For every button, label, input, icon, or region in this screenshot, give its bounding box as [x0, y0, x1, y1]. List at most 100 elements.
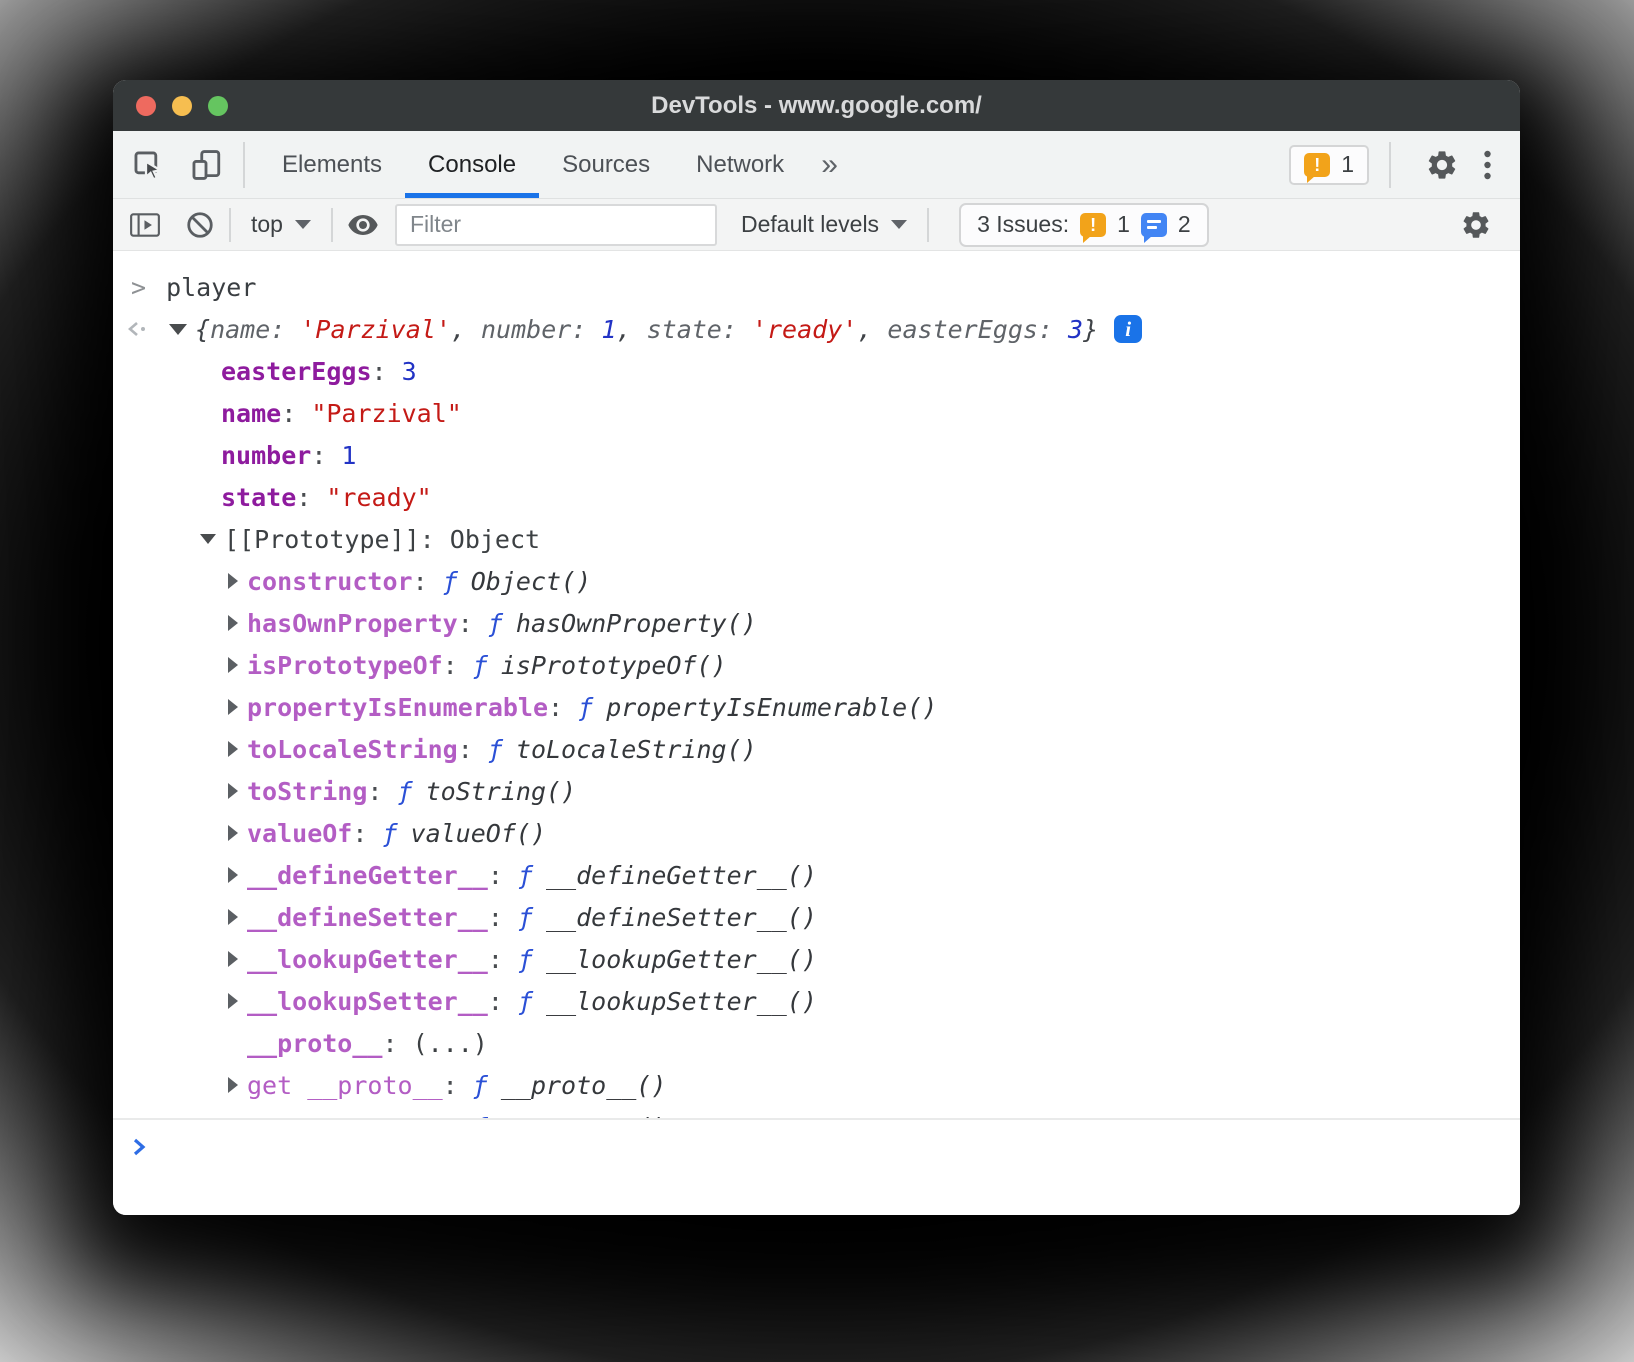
preview-key: number:: [481, 315, 601, 344]
expand-triangle-icon[interactable]: [228, 573, 238, 589]
prompt-chevron-icon: [131, 1136, 148, 1158]
method-name: __lookupGetter__: [247, 945, 488, 974]
preview-number-value: 1: [601, 315, 616, 344]
devtools-window: DevTools - www.google.com/: [113, 80, 1520, 1215]
prototype-method-row: __lookupSetter__: ƒ__lookupSetter__(): [113, 980, 1520, 1022]
more-tabs-icon[interactable]: »: [807, 131, 852, 198]
prototype-method-row: __lookupGetter__: ƒ__lookupGetter__(): [113, 938, 1520, 980]
function-signature: isPrototypeOf(): [501, 651, 727, 680]
console-result-row: {name: 'Parzival', number: 1, state: 're…: [113, 308, 1520, 350]
expand-triangle-icon[interactable]: [228, 699, 238, 715]
property-name: state: [221, 483, 296, 512]
tab-network[interactable]: Network: [673, 131, 807, 198]
prototype-method-row: propertyIsEnumerable: ƒpropertyIsEnumera…: [113, 686, 1520, 728]
object-property-row: easterEggs: 3: [113, 350, 1520, 392]
filter-input[interactable]: [395, 204, 717, 246]
expand-triangle-icon[interactable]: [228, 741, 238, 757]
command-text: player: [166, 273, 256, 302]
zoom-button[interactable]: [208, 96, 228, 116]
collapse-triangle-icon[interactable]: [169, 324, 187, 335]
clear-console-icon[interactable]: [185, 210, 215, 240]
object-preview: {: [195, 315, 210, 344]
prototype-method-row: valueOf: ƒvalueOf(): [113, 812, 1520, 854]
tab-elements[interactable]: Elements: [259, 131, 405, 198]
tab-label: Elements: [282, 151, 382, 179]
method-name: constructor: [247, 567, 413, 596]
preview-key: easterEggs:: [887, 315, 1068, 344]
tab-label: Sources: [562, 151, 650, 179]
tab-console[interactable]: Console: [405, 131, 539, 198]
function-symbol: ƒ: [518, 903, 533, 932]
expand-triangle-icon[interactable]: [228, 993, 238, 1009]
method-name: valueOf: [247, 819, 352, 848]
tab-label: Console: [428, 151, 516, 179]
issues-message-icon: [1141, 213, 1167, 237]
close-button[interactable]: [136, 96, 156, 116]
preview-key: name:: [210, 315, 300, 344]
property-value: 1: [341, 441, 356, 470]
prototype-method-row: hasOwnProperty: ƒhasOwnProperty(): [113, 602, 1520, 644]
property-name: easterEggs: [221, 357, 372, 386]
overflow-menu-icon[interactable]: [1483, 149, 1492, 181]
warning-bubble-icon: !: [1304, 153, 1330, 177]
expand-triangle-icon[interactable]: [228, 867, 238, 883]
property-value[interactable]: (...): [413, 1029, 488, 1058]
chevron-down-icon: [295, 220, 311, 229]
log-levels-dropdown[interactable]: Default levels: [735, 211, 913, 238]
expand-triangle-icon[interactable]: [228, 825, 238, 841]
preview-punct: ,: [616, 315, 646, 344]
property-value: "ready": [326, 483, 431, 512]
function-signature: __defineSetter__(): [546, 903, 817, 932]
expand-triangle-icon[interactable]: [228, 909, 238, 925]
expand-triangle-icon[interactable]: [228, 951, 238, 967]
issues-message-count: 2: [1178, 211, 1191, 238]
expand-triangle-icon[interactable]: [228, 615, 238, 631]
expand-triangle-icon[interactable]: [228, 1077, 238, 1093]
tab-sources[interactable]: Sources: [539, 131, 673, 198]
settings-gear-icon[interactable]: [1425, 148, 1459, 182]
function-signature: __lookupSetter__(): [546, 987, 817, 1016]
device-toolbar-icon[interactable]: [189, 148, 223, 182]
context-selector[interactable]: top: [245, 211, 317, 238]
inspect-element-icon[interactable]: [131, 148, 165, 182]
function-symbol: ƒ: [518, 945, 533, 974]
live-expression-eye-icon[interactable]: [347, 212, 379, 238]
tab-label: Network: [696, 151, 784, 179]
divider: [331, 208, 333, 242]
property-value: "Parzival": [311, 399, 462, 428]
error-badge[interactable]: ! 1: [1289, 145, 1369, 185]
screenshot-stage: DevTools - www.google.com/: [0, 0, 1634, 1362]
issues-warning-count: 1: [1117, 211, 1130, 238]
function-signature: valueOf(): [411, 819, 546, 848]
console-prompt[interactable]: [113, 1118, 1520, 1215]
prototype-row: [[Prototype]]: Object: [113, 518, 1520, 560]
preview-punct: ,: [451, 315, 481, 344]
function-symbol: ƒ: [443, 567, 458, 596]
proto-property-row: __proto__: (...): [113, 1022, 1520, 1064]
prototype-method-row: __defineSetter__: ƒ__defineSetter__(): [113, 896, 1520, 938]
expand-triangle-icon[interactable]: [228, 657, 238, 673]
function-signature: __lookupGetter__(): [546, 945, 817, 974]
issues-counter[interactable]: 3 Issues: ! 1 2: [959, 203, 1209, 247]
command-chevron-icon: >: [131, 273, 146, 302]
preview-number-value: 3: [1068, 315, 1083, 344]
console-settings-gear-icon[interactable]: [1460, 209, 1492, 241]
issues-warning-icon: !: [1080, 213, 1106, 237]
function-signature: hasOwnProperty(): [516, 609, 757, 638]
minimize-button[interactable]: [172, 96, 192, 116]
function-symbol: ƒ: [382, 819, 397, 848]
function-symbol: ƒ: [518, 861, 533, 890]
prototype-method-row: __defineGetter__: ƒ__defineGetter__(): [113, 854, 1520, 896]
console-sidebar-icon[interactable]: [129, 212, 161, 238]
function-symbol: ƒ: [398, 777, 413, 806]
function-symbol: ƒ: [578, 693, 593, 722]
accessor-name: get __proto__: [247, 1071, 443, 1100]
property-name: name: [221, 399, 281, 428]
collapse-triangle-icon[interactable]: [200, 534, 216, 544]
info-icon[interactable]: i: [1114, 315, 1142, 343]
error-count: 1: [1341, 151, 1354, 178]
expand-triangle-icon[interactable]: [228, 783, 238, 799]
issues-label: 3 Issues:: [977, 211, 1069, 238]
prototype-method-row: isPrototypeOf: ƒisPrototypeOf(): [113, 644, 1520, 686]
preview-punct: ,: [857, 315, 887, 344]
